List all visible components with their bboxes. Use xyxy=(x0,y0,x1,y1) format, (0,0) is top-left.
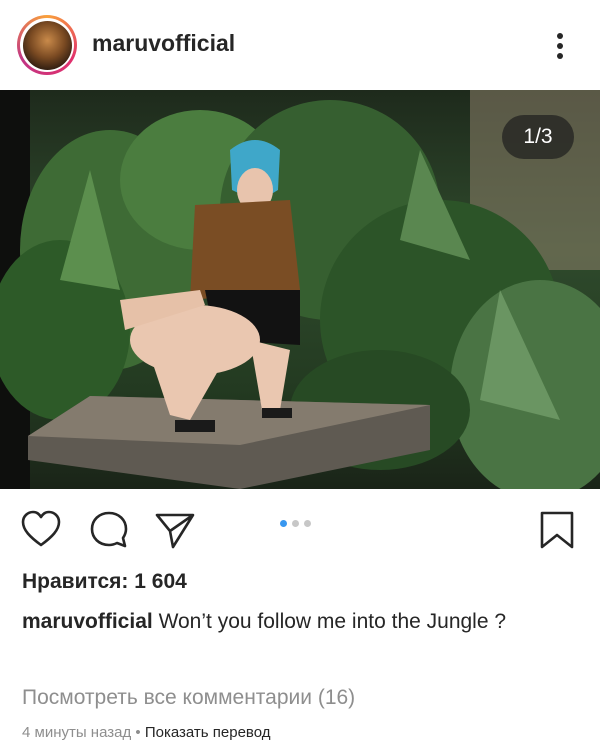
carousel-dot-1 xyxy=(280,520,287,527)
heart-icon[interactable] xyxy=(20,509,62,551)
carousel-dot-2 xyxy=(292,520,299,527)
comment-bubble-icon[interactable] xyxy=(88,509,130,551)
more-vertical-icon[interactable] xyxy=(548,28,572,64)
avatar-image xyxy=(22,20,72,70)
caption: maruvofficial Won’t you follow me into t… xyxy=(22,606,582,638)
username-link[interactable]: maruvofficial xyxy=(92,30,235,57)
carousel-indicator xyxy=(280,520,311,527)
show-translation-link[interactable]: Показать перевод xyxy=(145,724,271,741)
likes-count[interactable]: Нравится: 1 604 xyxy=(22,570,187,594)
action-bar xyxy=(0,489,600,569)
view-all-comments-link[interactable]: Посмотреть все комментарии (16) xyxy=(22,686,355,710)
avatar[interactable] xyxy=(17,15,77,75)
bookmark-icon[interactable] xyxy=(536,509,578,551)
post-photo[interactable]: 1/3 xyxy=(0,90,600,489)
post-meta: 4 минуты назад • Показать перевод xyxy=(22,724,271,741)
caption-text: Won’t you follow me into the Jungle ? xyxy=(158,610,507,633)
post-header: maruvofficial xyxy=(0,0,600,90)
caption-username[interactable]: maruvofficial xyxy=(22,610,153,633)
paper-plane-icon[interactable] xyxy=(154,509,196,551)
separator: • xyxy=(135,724,141,741)
carousel-dot-3 xyxy=(304,520,311,527)
timestamp: 4 минуты назад xyxy=(22,724,132,741)
carousel-counter: 1/3 xyxy=(502,115,574,159)
